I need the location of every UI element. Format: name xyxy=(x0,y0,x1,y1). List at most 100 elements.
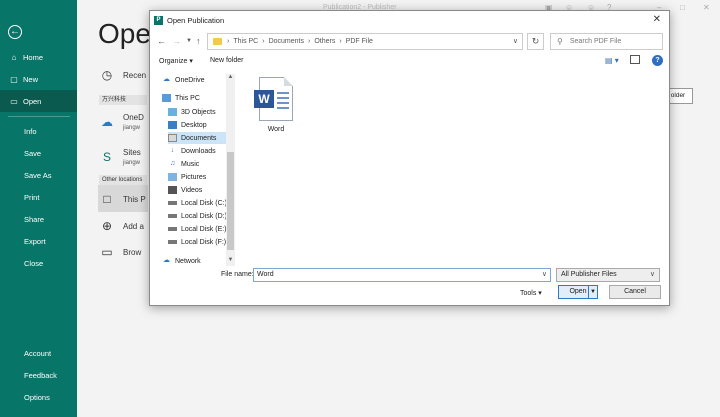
file-type-select[interactable]: All Publisher Files ∨ xyxy=(556,268,660,282)
sidebar-item-label: Info xyxy=(24,126,37,136)
sidebar-item-open[interactable]: ▭ Open xyxy=(0,90,77,112)
backstage-sidebar: ← ⌂ Home ▢ New ▭ Open Info Save Save As Pri… xyxy=(0,0,77,417)
scrollbar-thumb[interactable] xyxy=(227,152,234,250)
tools-button[interactable]: Tools ▾ xyxy=(520,289,542,297)
file-name-field[interactable]: Word ∨ xyxy=(253,268,551,282)
forward-icon[interactable]: → xyxy=(172,36,181,46)
file-name-value: Word xyxy=(257,271,274,278)
tree-item-label: Downloads xyxy=(181,147,216,155)
sidebar-item-label: Home xyxy=(23,52,44,62)
chevron-down-icon[interactable]: ∨ xyxy=(513,37,518,45)
tree-item-local-disk-f[interactable]: Local Disk (F:) xyxy=(168,236,226,248)
tree-item-desktop[interactable]: Desktop xyxy=(168,119,207,131)
tree-item-network[interactable]: ☁ Network xyxy=(162,255,201,267)
location-this-pc[interactable]: □ This P xyxy=(98,192,145,206)
navigation-bar: ← → ▼ ↑ › This PC › Documents › Others ›… xyxy=(150,32,669,52)
location-add-place[interactable]: ⊕ Add a xyxy=(98,219,144,233)
file-item[interactable]: W Word xyxy=(252,77,300,133)
chevron-right-icon: › xyxy=(308,38,311,45)
help-icon[interactable]: ? xyxy=(652,55,663,66)
chevron-right-icon: › xyxy=(262,38,265,45)
sidebar-item-share[interactable]: Share xyxy=(0,208,77,230)
sidebar-item-close[interactable]: Close xyxy=(0,252,77,274)
group-header: 万兴科技 xyxy=(99,95,147,105)
organize-label: Organize xyxy=(159,58,188,65)
recent-locations-icon[interactable]: ▼ xyxy=(186,38,192,44)
preview-pane-icon[interactable] xyxy=(630,55,640,64)
sidebar-item-options[interactable]: Options xyxy=(0,386,77,408)
location-onedrive[interactable]: ☁ OneD jiangw xyxy=(98,113,144,131)
search-input[interactable]: ⚲ Search PDF File xyxy=(550,33,663,50)
scroll-up-icon[interactable]: ▲ xyxy=(226,74,235,80)
tree-item-label: Desktop xyxy=(181,121,207,129)
sidebar-item-label: Export xyxy=(24,236,46,246)
close-icon[interactable]: ✕ xyxy=(653,14,661,25)
search-icon: ⚲ xyxy=(557,37,563,46)
tree-item-documents[interactable]: Documents xyxy=(168,132,226,144)
tree-item-pictures[interactable]: Pictures xyxy=(168,171,206,183)
tree-item-local-disk-d[interactable]: Local Disk (D:) xyxy=(168,210,227,222)
sidebar-item-label: New xyxy=(23,74,39,84)
sidebar-item-home[interactable]: ⌂ Home xyxy=(0,46,77,68)
location-label: Brow xyxy=(123,247,142,257)
location-browse[interactable]: ▭ Brow xyxy=(98,245,141,259)
open-label: Open xyxy=(569,288,587,295)
tree-item-label: Pictures xyxy=(181,173,207,181)
sidebar-item-save-as[interactable]: Save As xyxy=(0,164,77,186)
open-publication-dialog: P Open Publication ✕ ← → ▼ ↑ › This PC ›… xyxy=(149,10,670,306)
cancel-button[interactable]: Cancel xyxy=(609,285,661,299)
tree-item-downloads[interactable]: ↓ Downloads xyxy=(168,145,216,157)
tree-item-music[interactable]: ♫ Music xyxy=(168,158,199,170)
view-options-icon[interactable]: ▤ ▾ xyxy=(605,56,619,65)
tree-item-this-pc[interactable]: This PC xyxy=(162,92,200,104)
file-type-value: All Publisher Files xyxy=(561,271,617,278)
sidebar-item-account[interactable]: Account xyxy=(0,342,77,364)
tools-label: Tools xyxy=(520,290,537,297)
sidebar-item-info[interactable]: Info xyxy=(0,120,77,142)
chevron-down-icon[interactable]: ∨ xyxy=(542,269,547,281)
sharepoint-icon: S xyxy=(102,150,111,164)
tree-item-3d-objects[interactable]: 3D Objects xyxy=(168,106,216,118)
scroll-down-icon[interactable]: ▼ xyxy=(226,257,235,263)
tree-item-label: Local Disk (C:) xyxy=(181,199,227,207)
sidebar-item-label: Print xyxy=(24,192,40,202)
tree-item-local-disk-c[interactable]: Local Disk (C:) xyxy=(168,197,227,209)
close-icon[interactable]: ✕ xyxy=(703,3,710,12)
breadcrumb-item[interactable]: Others xyxy=(314,38,335,45)
sidebar-item-export[interactable]: Export xyxy=(0,230,77,252)
location-label: Add a xyxy=(123,221,144,231)
breadcrumb-item[interactable]: Documents xyxy=(269,38,304,45)
location-recent[interactable]: ◷ Recen xyxy=(98,68,146,82)
disk-icon xyxy=(168,214,177,218)
breadcrumb-item[interactable]: PDF File xyxy=(346,38,373,45)
tree-item-local-disk-e[interactable]: Local Disk (E:) xyxy=(168,223,227,235)
back-icon[interactable]: ← xyxy=(157,36,166,46)
refresh-button[interactable]: ↻ xyxy=(527,33,544,50)
open-dropdown-icon[interactable]: ▼ xyxy=(588,286,597,298)
sidebar-item-label: Feedback xyxy=(24,370,57,380)
sidebar-divider xyxy=(8,116,70,117)
organize-button[interactable]: Organize ▾ xyxy=(159,57,193,65)
tree-item-label: Videos xyxy=(181,186,203,194)
back-arrow-icon[interactable]: ← xyxy=(8,25,22,39)
computer-icon xyxy=(162,94,171,102)
tree-item-videos[interactable]: Videos xyxy=(168,184,202,196)
address-bar[interactable]: › This PC › Documents › Others › PDF Fil… xyxy=(207,33,523,50)
up-icon[interactable]: ↑ xyxy=(196,36,201,46)
tree-scrollbar[interactable]: ▲ ▼ xyxy=(226,74,235,266)
sidebar-item-label: Account xyxy=(24,348,52,358)
location-sublabel: jiangw xyxy=(123,160,141,166)
sidebar-item-save[interactable]: Save xyxy=(0,142,77,164)
documents-icon xyxy=(168,134,177,142)
new-folder-button[interactable]: New folder xyxy=(210,57,243,64)
sidebar-item-print[interactable]: Print xyxy=(0,186,77,208)
sidebar-item-feedback[interactable]: Feedback xyxy=(0,364,77,386)
folder-icon: ▭ xyxy=(101,245,113,259)
open-button[interactable]: Open ▼ xyxy=(558,285,598,299)
word-file-icon: W xyxy=(254,77,293,121)
location-sites[interactable]: S Sites jiangw xyxy=(98,148,141,166)
sidebar-item-new[interactable]: ▢ New xyxy=(0,68,77,90)
tree-item-onedrive[interactable]: ☁ OneDrive xyxy=(162,74,205,86)
maximize-icon[interactable]: □ xyxy=(680,3,685,12)
breadcrumb-item[interactable]: This PC xyxy=(233,38,258,45)
